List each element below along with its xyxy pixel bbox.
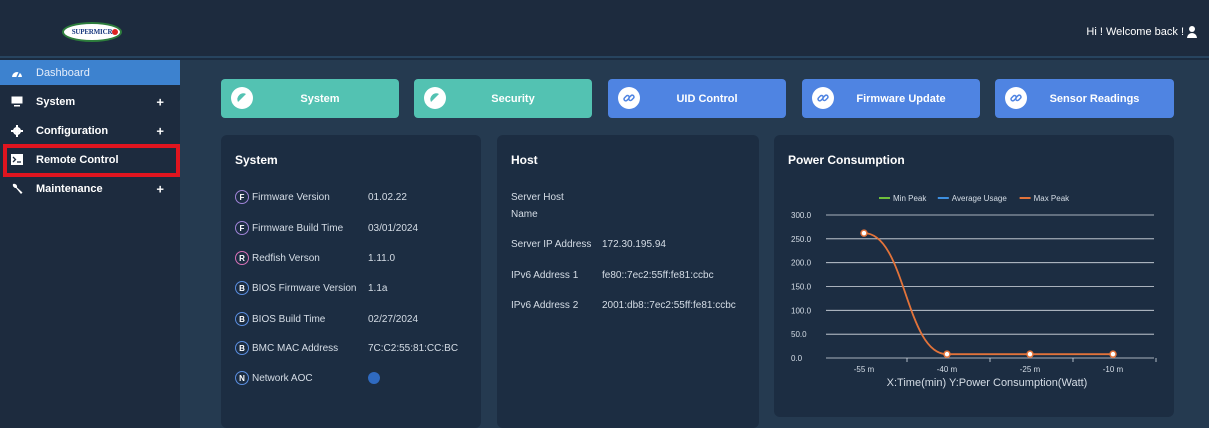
launch-icon[interactable] bbox=[368, 372, 380, 384]
bmc-mac-address-row: B BMC MAC Address bbox=[235, 341, 338, 355]
redfish-version-value: 1.11.0 bbox=[368, 253, 396, 264]
x-tick-label: -10 m bbox=[1103, 365, 1124, 374]
data-point bbox=[1109, 350, 1117, 358]
server-ip-label: Server IP Address bbox=[511, 239, 592, 250]
row-label: Redfish Verson bbox=[252, 252, 320, 264]
x-axis-label: X:Time(min) Y:Power Consumption(Watt) bbox=[887, 377, 1088, 389]
firmware-version-value: 01.02.22 bbox=[368, 192, 407, 203]
y-tick-label: 150.0 bbox=[791, 283, 812, 292]
legend-label: Max Peak bbox=[1034, 194, 1071, 203]
firmware-badge-icon: F bbox=[235, 190, 249, 204]
ipv6-address-1-value: fe80::7ec2:55ff:fe81:ccbc bbox=[602, 270, 714, 281]
bios-badge-icon: B bbox=[235, 312, 249, 326]
x-tick-label: -40 m bbox=[937, 365, 958, 374]
y-tick-label: 200.0 bbox=[791, 259, 812, 268]
logo-dot bbox=[112, 29, 118, 35]
sensor-readings-quick-button[interactable]: Sensor Readings bbox=[995, 79, 1174, 118]
series-line-max-peak bbox=[863, 232, 1113, 356]
ipv6-address-1-label: IPv6 Address 1 bbox=[511, 270, 579, 281]
button-label: Firmware Update bbox=[856, 92, 946, 105]
bmc-badge-icon: B bbox=[235, 341, 249, 355]
expand-plus-icon[interactable]: + bbox=[156, 181, 164, 196]
logo-text: SUPERMICR bbox=[71, 28, 113, 36]
ipv6-address-2-value: 2001:db8::7ec2:55ff:fe81:ccbc bbox=[602, 300, 736, 311]
bios-badge-icon: B bbox=[235, 281, 249, 295]
bmc-mac-address-value: 7C:C2:55:81:CC:BC bbox=[368, 343, 459, 354]
sidebar-item-label: Maintenance bbox=[36, 182, 103, 195]
network-badge-icon: N bbox=[235, 371, 249, 385]
row-label: BIOS Build Time bbox=[252, 313, 326, 325]
sidebar-item-configuration[interactable]: Configuration + bbox=[0, 116, 180, 145]
expand-plus-icon[interactable]: + bbox=[156, 94, 164, 109]
y-tick-label: 100.0 bbox=[791, 306, 812, 315]
data-point bbox=[1026, 350, 1034, 358]
row-label: BIOS Firmware Version bbox=[252, 282, 357, 294]
network-aoc-launch[interactable] bbox=[368, 372, 380, 387]
redfish-version-row: R Redfish Verson bbox=[235, 251, 320, 265]
host-card: Host Server Host Name Server IP Address … bbox=[497, 135, 759, 428]
dashboard-icon bbox=[10, 67, 24, 79]
supermicro-logo[interactable]: SUPERMICR bbox=[62, 22, 122, 42]
bios-firmware-version-value: 1.1a bbox=[368, 283, 388, 294]
firmware-build-time-row: F Firmware Build Time bbox=[235, 221, 343, 235]
row-label: BMC MAC Address bbox=[252, 342, 339, 354]
sidebar-item-label: System bbox=[36, 95, 76, 108]
sidebar-item-system[interactable]: System + bbox=[0, 87, 180, 116]
row-label: Firmware Version bbox=[252, 191, 330, 203]
button-label: Security bbox=[491, 92, 535, 105]
firmware-build-time-value: 03/01/2024 bbox=[368, 223, 419, 234]
bios-build-time-row: B BIOS Build Time bbox=[235, 312, 325, 326]
bios-build-time-value: 02/27/2024 bbox=[368, 314, 419, 325]
remote-control-highlight bbox=[3, 144, 180, 177]
firmware-version-row: F Firmware Version bbox=[235, 190, 330, 204]
button-label: System bbox=[300, 92, 340, 105]
sidebar-item-label: Dashboard bbox=[36, 66, 90, 79]
button-label: UID Control bbox=[676, 92, 738, 105]
legend-label: Average Usage bbox=[952, 194, 1008, 203]
y-tick-label: 0.0 bbox=[791, 354, 803, 363]
data-point bbox=[943, 350, 951, 358]
system-card-title: System bbox=[235, 153, 278, 167]
user-icon[interactable] bbox=[1187, 26, 1197, 38]
expand-plus-icon[interactable]: + bbox=[156, 123, 164, 138]
power-consumption-card: Power Consumption 300.0 250.0 200.0 150.0 10… bbox=[774, 135, 1174, 417]
firmware-badge-icon: F bbox=[235, 221, 249, 235]
sidebar-item-dashboard[interactable]: Dashboard bbox=[0, 60, 180, 85]
sidebar: Dashboard System + Configuration + Remot… bbox=[0, 60, 180, 428]
network-aoc-row: N Network AOC bbox=[235, 371, 313, 385]
data-point bbox=[860, 229, 868, 237]
security-quick-button[interactable]: Security bbox=[414, 79, 592, 118]
server-host-label-line2: Name bbox=[511, 209, 538, 220]
welcome-text: Hi ! Welcome back ! bbox=[1086, 26, 1184, 38]
uid-control-quick-button[interactable]: UID Control bbox=[608, 79, 786, 118]
y-tick-label: 50.0 bbox=[791, 330, 807, 339]
sidebar-item-label: Configuration bbox=[36, 124, 109, 137]
y-tick-label: 250.0 bbox=[791, 235, 812, 244]
host-card-title: Host bbox=[511, 153, 538, 167]
server-host-label-line1: Server Host bbox=[511, 192, 564, 203]
system-quick-button[interactable]: System bbox=[221, 79, 399, 118]
legend-label: Min Peak bbox=[893, 194, 927, 203]
ipv6-address-2-label: IPv6 Address 2 bbox=[511, 300, 579, 311]
monitor-icon bbox=[10, 96, 24, 108]
firmware-update-quick-button[interactable]: Firmware Update bbox=[802, 79, 980, 118]
top-bar: SUPERMICR Hi ! Welcome back ! bbox=[0, 0, 1209, 58]
y-tick-label: 300.0 bbox=[791, 211, 812, 220]
x-tick-label: -25 m bbox=[1020, 365, 1041, 374]
main-content: System Security UID Control Firmware Upd… bbox=[180, 60, 1209, 428]
gear-icon bbox=[10, 124, 24, 137]
welcome-message[interactable]: Hi ! Welcome back ! bbox=[1086, 26, 1197, 38]
x-tick-label: -55 m bbox=[854, 365, 875, 374]
bios-firmware-version-row: B BIOS Firmware Version bbox=[235, 281, 356, 295]
row-label: Network AOC bbox=[252, 372, 313, 384]
wrench-icon bbox=[10, 183, 24, 195]
system-card: System F Firmware Version 01.02.22 F Fir… bbox=[221, 135, 481, 428]
power-chart: 300.0 250.0 200.0 150.0 100.0 50.0 0.0 -55 m -40… bbox=[791, 194, 1157, 389]
server-ip-value: 172.30.195.94 bbox=[602, 239, 666, 250]
row-label: Firmware Build Time bbox=[252, 222, 344, 234]
redfish-badge-icon: R bbox=[235, 251, 249, 265]
sidebar-item-maintenance[interactable]: Maintenance + bbox=[0, 174, 180, 203]
button-label: Sensor Readings bbox=[1049, 92, 1140, 105]
